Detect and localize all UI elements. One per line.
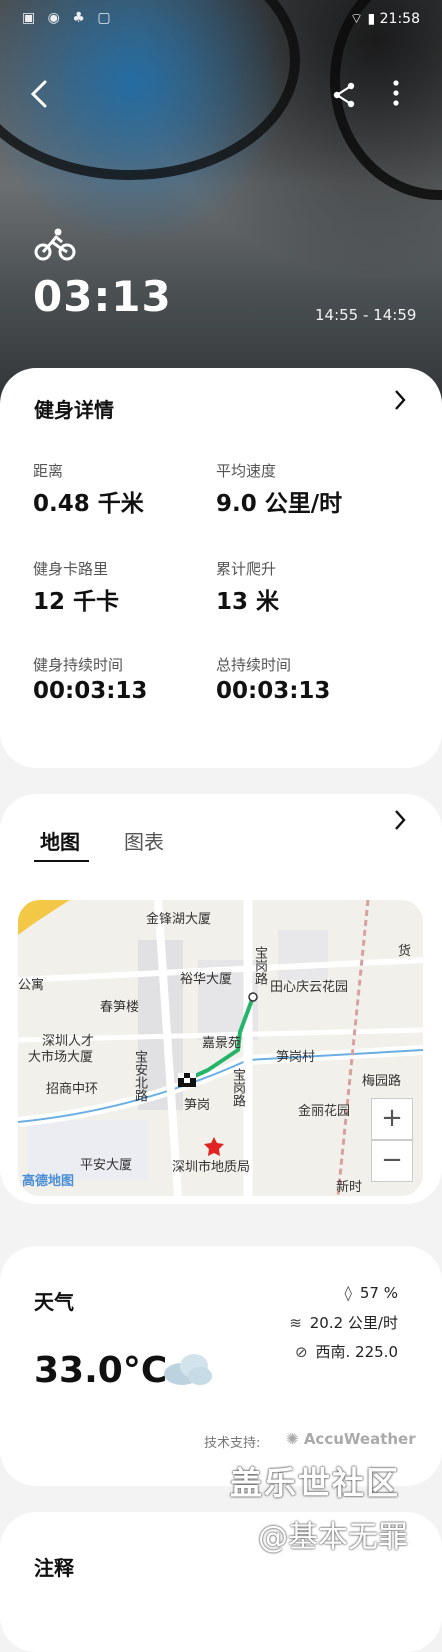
- avg-speed-label: 平均速度: [216, 462, 277, 480]
- details-chevron-right-icon[interactable]: [394, 388, 406, 418]
- amap-logo: 高德地图: [22, 1174, 75, 1189]
- tab-indicator: [34, 860, 89, 862]
- share-button[interactable]: [332, 82, 356, 114]
- zoom-in-button[interactable]: +: [371, 1098, 413, 1140]
- elevation-label: 累计爬升: [216, 560, 277, 578]
- calories-label: 健身卡路里: [33, 560, 109, 578]
- powered-by-label: 技术支持:: [204, 1436, 261, 1451]
- workout-duration-label: 健身持续时间: [33, 656, 124, 674]
- wind-icon: ≋: [289, 1314, 302, 1332]
- more-icon: [393, 80, 399, 106]
- avg-speed-value: 9.0 公里/时: [216, 491, 343, 517]
- total-duration-value: 00:03:13: [216, 678, 331, 704]
- temperature: 33.0°C: [34, 1350, 168, 1391]
- wind-direction-value: 西南. 225.0: [315, 1343, 398, 1361]
- more-options-button[interactable]: [392, 80, 400, 113]
- wind-speed-value: 20.2 公里/时: [309, 1314, 398, 1332]
- sun-icon: ✺: [286, 1430, 299, 1448]
- total-duration-label: 总持续时间: [216, 656, 292, 674]
- wind-direction-row: ⊘ 西南. 225.0: [295, 1341, 398, 1362]
- tab-chart[interactable]: 图表: [124, 826, 164, 855]
- status-bar: ▣ ◉ ♣ ▢ ⌔ ▮ 21:58: [0, 0, 442, 36]
- calories-value: 12 千卡: [33, 589, 120, 615]
- weather-title: 天气: [34, 1290, 74, 1314]
- map-card: 地图 图表 金锋湖大厦 宝岗路 裕华大厦 田心庆云花园 春笋楼 嘉景苑 笋岗村 …: [0, 794, 442, 1204]
- wind-speed-row: ≋ 20.2 公里/时: [289, 1312, 398, 1333]
- workout-duration-value: 00:03:13: [33, 678, 148, 704]
- humidity-value: 57 %: [359, 1284, 398, 1302]
- watermark-community: 盖乐世社区: [230, 1464, 401, 1502]
- details-title: 健身详情: [34, 398, 114, 422]
- humidity-icon: ◊: [344, 1284, 352, 1302]
- humidity-row: ◊ 57 %: [344, 1284, 398, 1302]
- weather-card: 天气 33.0°C ◊ 57 % ≋ 20.2 公里/时 ⊘ 西南. 225.0 技术…: [0, 1246, 442, 1486]
- notification-icons: ▣ ◉ ♣ ▢: [22, 10, 115, 26]
- watermark-user: @基本无罪: [258, 1520, 408, 1555]
- workout-details-card: 健身详情 距离 0.48 千米 平均速度 9.0 公里/时 健身卡路里 12 千…: [0, 368, 442, 768]
- distance-label: 距离: [33, 462, 64, 480]
- route-map[interactable]: 金锋湖大厦 宝岗路 裕华大厦 田心庆云花园 春笋楼 嘉景苑 笋岗村 深圳人才 大…: [18, 900, 423, 1196]
- status-time: 21:58: [379, 11, 420, 27]
- distance-value: 0.48 千米: [33, 491, 144, 517]
- workout-duration: 03:13: [33, 272, 172, 321]
- share-icon: [333, 82, 355, 108]
- zoom-out-button[interactable]: −: [371, 1140, 413, 1182]
- status-right: ⌔ ▮ 21:58: [350, 10, 420, 28]
- cloudy-icon: [164, 1354, 212, 1385]
- compass-icon: ⊘: [294, 1343, 308, 1361]
- workout-time-range: 14:55 - 14:59: [315, 306, 417, 324]
- back-button[interactable]: [30, 80, 48, 114]
- cycling-icon: [34, 228, 76, 261]
- notes-title: 注释: [34, 1556, 74, 1580]
- elevation-value: 13 米: [216, 589, 280, 615]
- map-chevron-right-icon[interactable]: [394, 808, 406, 838]
- wifi-icon: ⌔: [349, 11, 364, 27]
- workout-hero-image: [0, 0, 442, 410]
- battery-icon: ▮: [367, 11, 376, 27]
- tab-map[interactable]: 地图: [40, 826, 80, 855]
- accuweather-logo: ✺ AccuWeather: [286, 1430, 416, 1448]
